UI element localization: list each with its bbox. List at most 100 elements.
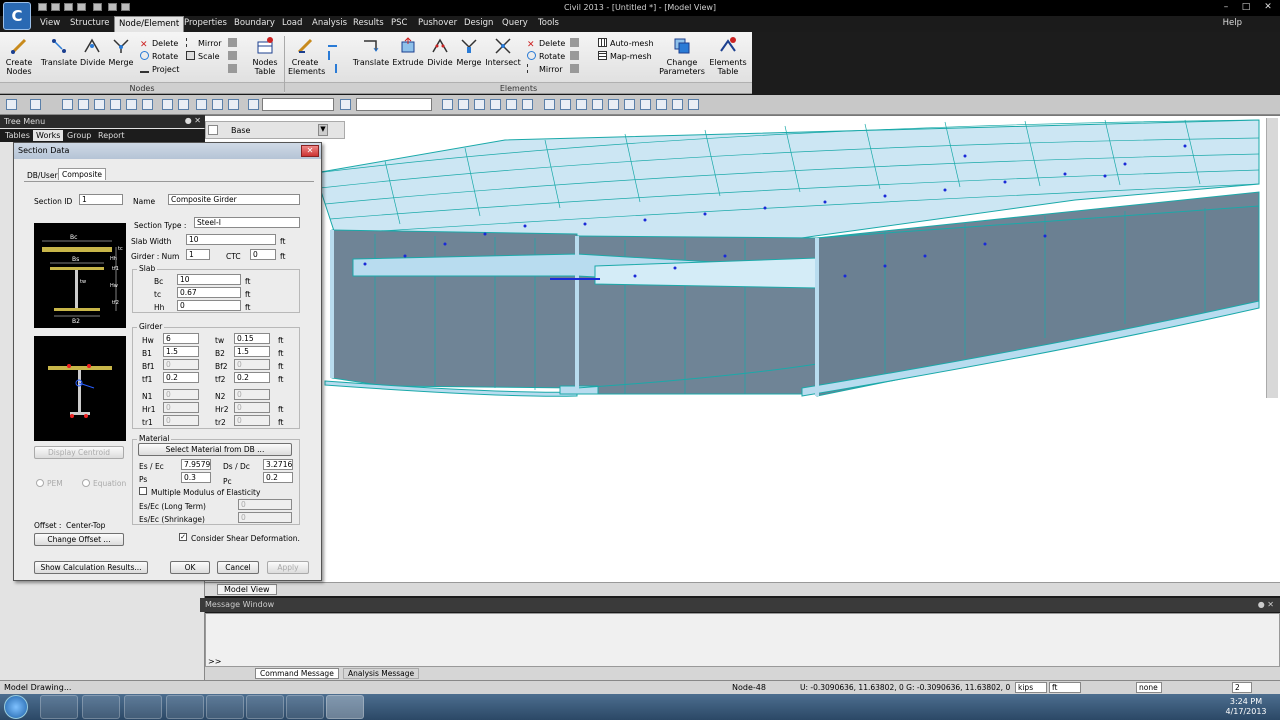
undo-icon[interactable] (108, 3, 117, 11)
print-icon[interactable] (93, 3, 102, 11)
tree-tab-works[interactable]: Works (33, 130, 64, 141)
girder-num-stepper[interactable]: 1 (186, 249, 210, 260)
ds-dc-input[interactable]: 3.2716 (263, 459, 293, 470)
toolbar-select-polygon-icon[interactable] (94, 99, 105, 110)
dialog-close-button[interactable]: ✕ (301, 145, 319, 157)
element-tool-icon-4[interactable] (570, 38, 580, 50)
menu-query[interactable]: Query (502, 18, 528, 28)
girder-hw-input[interactable]: 6 (163, 333, 199, 344)
view-render-icon[interactable] (624, 99, 635, 110)
element-tool-icon-3[interactable] (328, 64, 338, 76)
es-shrink-input[interactable]: 0 (238, 512, 292, 523)
girder-b2-input[interactable]: 1.5 (234, 346, 270, 357)
merge-elements-button[interactable]: Merge (455, 36, 483, 67)
girder-tf1-input[interactable]: 0.2 (163, 372, 199, 383)
view-color-icon[interactable] (640, 99, 651, 110)
change-offset-button[interactable]: Change Offset ... (34, 533, 124, 546)
view-front-icon[interactable] (442, 99, 453, 110)
taskbar-skype-icon[interactable] (206, 695, 244, 719)
toolbar-redo-icon[interactable] (30, 99, 41, 110)
stiffener-tr1-input[interactable]: 0 (163, 415, 199, 426)
menu-properties[interactable]: Properties (184, 18, 227, 28)
page-number-input[interactable]: 2 (1232, 682, 1252, 693)
toolbar-select-volume-icon[interactable] (142, 99, 153, 110)
view-back-icon[interactable] (458, 99, 469, 110)
view-angle-icon[interactable] (560, 99, 571, 110)
view-side-toolbar[interactable] (1266, 118, 1278, 398)
toolbar-previous-icon[interactable] (178, 99, 189, 110)
bridge-model[interactable] (205, 116, 1280, 583)
node-tool-icon-1[interactable] (228, 38, 238, 50)
girder-bf2-input[interactable]: 0 (234, 359, 270, 370)
view-perspective-icon[interactable] (576, 99, 587, 110)
es-ec-input[interactable]: 7.95797 (181, 459, 211, 470)
rotate-nodes-button[interactable]: Rotate (140, 51, 178, 63)
taskbar-tool-icon[interactable] (246, 695, 284, 719)
message-body[interactable]: >> (205, 613, 1280, 668)
menu-structure[interactable]: Structure (70, 18, 110, 28)
plane-combo[interactable]: Base (231, 126, 250, 135)
taskbar-powerpoint-icon[interactable] (286, 695, 324, 719)
menu-load[interactable]: Load (282, 18, 302, 28)
view-left-icon[interactable] (474, 99, 485, 110)
divide-nodes-button[interactable]: Divide (80, 36, 105, 67)
toolbar-activate-icon[interactable] (196, 99, 207, 110)
view-bottom-icon[interactable] (522, 99, 533, 110)
stiffener-hr2-input[interactable]: 0 (234, 402, 270, 413)
element-tool-icon-1[interactable] (328, 38, 338, 50)
equation-radio[interactable] (82, 479, 90, 487)
delete-elements-button[interactable]: ✕ Delete (527, 38, 565, 50)
translate-elements-button[interactable]: Translate (352, 36, 390, 67)
divide-elements-button[interactable]: Divide (426, 36, 454, 67)
redo-icon[interactable] (121, 3, 130, 11)
stiffener-hr1-input[interactable]: 0 (163, 402, 199, 413)
view-right-icon[interactable] (490, 99, 501, 110)
taskbar-outlook-icon[interactable] (124, 695, 162, 719)
help-menu[interactable]: Help (1223, 18, 1242, 28)
display-centroid-button[interactable]: Display Centroid (34, 446, 124, 459)
intersect-button[interactable]: Intersect (485, 36, 521, 67)
slab-width-input[interactable]: 10 (186, 234, 276, 245)
rotate-elements-button[interactable]: Rotate (527, 51, 565, 63)
menu-psc[interactable]: PSC (391, 18, 407, 28)
name-input[interactable]: Composite Girder (168, 194, 300, 205)
toolbar-select-intersect-icon[interactable] (110, 99, 121, 110)
section-id-input[interactable]: 1 (79, 194, 123, 205)
auto-mesh-button[interactable]: Auto-mesh (598, 38, 654, 50)
translate-nodes-button[interactable]: Translate (40, 36, 78, 67)
view-grid-icon[interactable] (688, 99, 699, 110)
menu-tools[interactable]: Tools (538, 18, 559, 28)
toolbar-activate-all-icon[interactable] (228, 99, 239, 110)
element-tool-icon-5[interactable] (570, 51, 580, 63)
girder-bf1-input[interactable]: 0 (163, 359, 199, 370)
ok-button[interactable]: OK (170, 561, 210, 574)
ctc-input[interactable]: 0 (250, 249, 276, 260)
app-logo[interactable]: C (3, 2, 31, 30)
girder-tf2-input[interactable]: 0.2 (234, 372, 270, 383)
tree-tab-group[interactable]: Group (64, 130, 94, 141)
save-icon[interactable] (64, 3, 73, 11)
view-lock-icon[interactable] (656, 99, 667, 110)
element-tool-icon-6[interactable] (570, 64, 580, 76)
tab-model-view[interactable]: Model View (217, 584, 277, 595)
girder-tw-input[interactable]: 0.15 (234, 333, 270, 344)
message-close-icon[interactable]: ● ✕ (1258, 600, 1274, 609)
new-file-icon[interactable] (38, 3, 47, 11)
apply-button[interactable]: Apply (267, 561, 309, 574)
slab-tc-input[interactable]: 0.67 (177, 287, 241, 298)
es-long-input[interactable]: 0 (238, 499, 292, 510)
show-calculation-button[interactable]: Show Calculation Results... (34, 561, 148, 574)
multiple-modulus-checkbox[interactable] (139, 487, 147, 495)
menu-node-element[interactable]: Node/Element (114, 16, 185, 32)
select-material-button[interactable]: Select Material from DB ... (138, 443, 292, 456)
tab-analysis-message[interactable]: Analysis Message (343, 668, 420, 679)
plane-dropdown-icon[interactable]: ▼ (318, 124, 328, 136)
tree-pin-icon[interactable]: ● ✕ (185, 116, 201, 125)
toolbar-select-plane-icon[interactable] (126, 99, 137, 110)
slab-bc-input[interactable]: 10 (177, 274, 241, 285)
consider-shear-checkbox[interactable]: ✓ (179, 533, 187, 541)
toolbar-filter-icon[interactable] (340, 99, 351, 110)
none-select[interactable]: none (1136, 682, 1162, 693)
save-as-icon[interactable] (77, 3, 86, 11)
elements-table-button[interactable]: Elements Table (708, 36, 748, 76)
